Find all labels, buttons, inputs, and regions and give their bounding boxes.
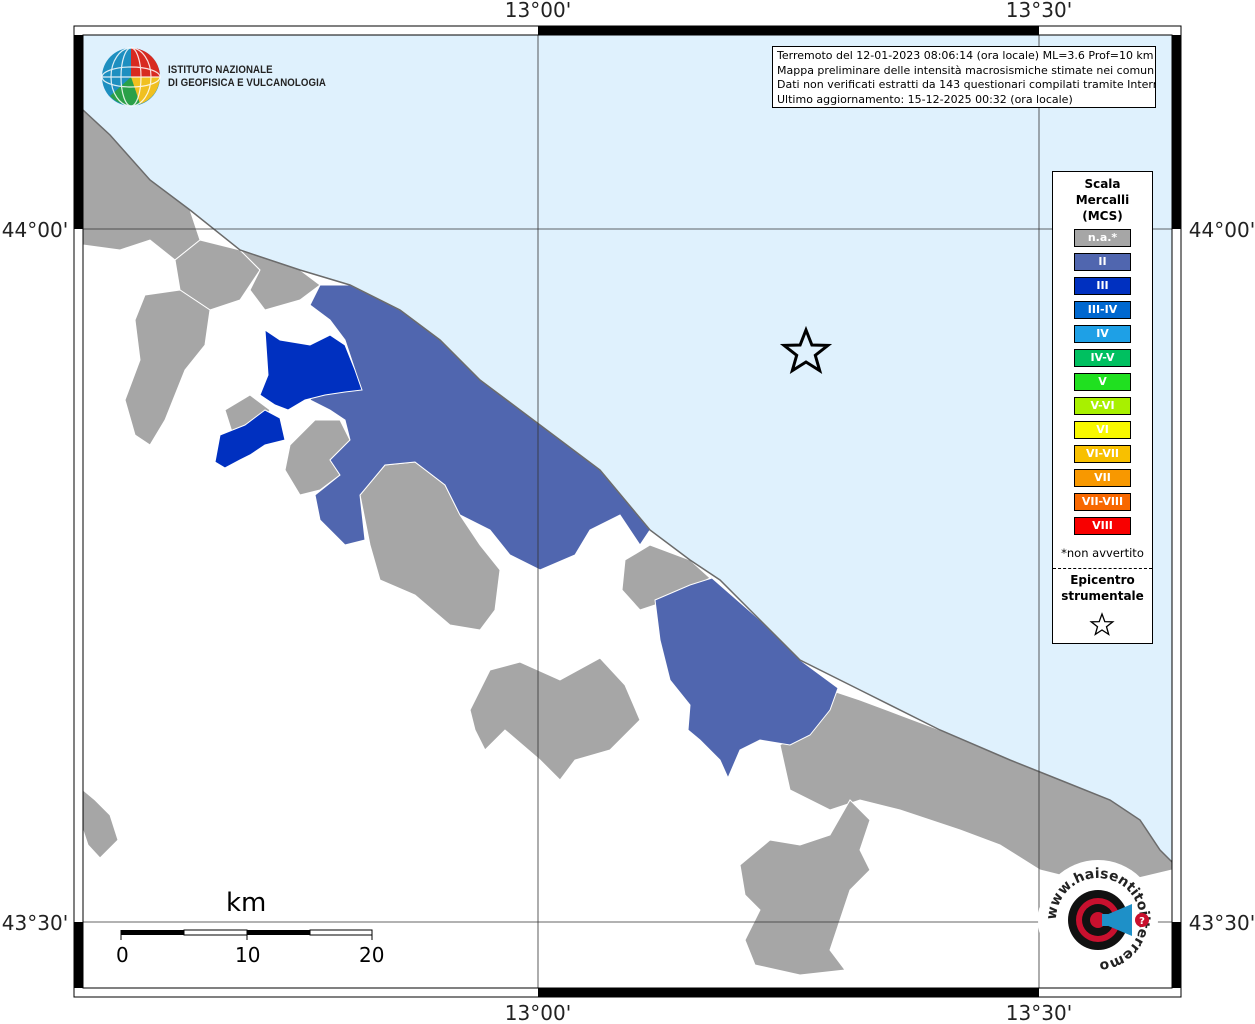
legend-item-iv: IV	[1074, 325, 1131, 343]
legend-item-vi-vii: VI-VII	[1074, 445, 1131, 463]
legend-item-iv-v: IV-V	[1074, 349, 1131, 367]
legend-item-vii-viii: VII-VIII	[1074, 493, 1131, 511]
info-line-1: Terremoto del 12-01-2023 08:06:14 (ora l…	[777, 49, 1154, 62]
legend-epicenter-label: Epicentro strumentale	[1053, 572, 1152, 604]
haisentito-badge: www.haisentitoilterremoto.it ?	[1036, 858, 1158, 980]
legend-item-vii: VII	[1074, 469, 1131, 487]
event-info-box: Terremoto del 12-01-2023 08:06:14 (ora l…	[772, 46, 1156, 108]
legend-title-line-1: Scala	[1084, 177, 1121, 191]
logo-line-1: ISTITUTO NAZIONALE	[168, 64, 273, 76]
legend-title: Scala Mercalli (MCS)	[1053, 176, 1152, 224]
coord-left-bottom: 43°30'	[2, 911, 68, 935]
coord-top-right: 13°30'	[1006, 0, 1072, 22]
legend-item-v: V	[1074, 373, 1131, 391]
coord-left-top: 44°00'	[2, 218, 68, 242]
info-line-3: Dati non verificati estratti da 143 ques…	[777, 78, 1156, 91]
intensity-legend: Scala Mercalli (MCS) n.a.* II III III-IV IV I…	[1052, 171, 1153, 644]
legend-item-n-a: n.a.*	[1074, 229, 1131, 247]
coord-bottom-right: 13°30'	[1006, 1001, 1072, 1024]
legend-separator	[1053, 568, 1152, 569]
info-line-2: Mappa preliminare delle intensità macros…	[777, 63, 1156, 77]
legend-item-iii: III	[1074, 277, 1131, 295]
legend-item-vi: VI	[1074, 421, 1131, 439]
ingv-logo-text: ISTITUTO NAZIONALE DI GEOFISICA E VULCAN…	[168, 64, 326, 90]
coord-right-top: 44°00'	[1189, 218, 1255, 242]
legend-epicenter-line-1: Epicentro	[1070, 573, 1135, 587]
legend-item-iii-iv: III-IV	[1074, 301, 1131, 319]
scale-tick-0: 0	[116, 943, 129, 967]
legend-title-line-2: Mercalli	[1075, 193, 1130, 207]
scale-tick-20: 20	[359, 943, 385, 967]
legend-title-line-3: (MCS)	[1082, 209, 1123, 223]
info-line-4: Ultimo aggiornamento: 15-12-2025 00:32 (…	[777, 92, 1073, 106]
legend-note: *non avvertito	[1061, 546, 1144, 560]
logo-line-2: DI GEOFISICA E VULCANOLOGIA	[168, 77, 326, 89]
scale-title: km	[226, 888, 267, 918]
coord-right-bottom: 43°30'	[1189, 911, 1255, 935]
svg-text:?: ?	[1139, 916, 1145, 927]
legend-item-v-vi: V-VI	[1074, 397, 1131, 415]
legend-star-icon	[1089, 612, 1115, 636]
legend-epicenter-line-2: strumentale	[1061, 589, 1144, 603]
ingv-logo-icon	[101, 47, 161, 107]
coord-top-left: 13°00'	[505, 0, 571, 22]
legend-item-ii: II	[1074, 253, 1131, 271]
scale-tick-10: 10	[235, 943, 261, 967]
coord-bottom-left: 13°00'	[505, 1001, 571, 1024]
legend-item-viii: VIII	[1074, 517, 1131, 535]
